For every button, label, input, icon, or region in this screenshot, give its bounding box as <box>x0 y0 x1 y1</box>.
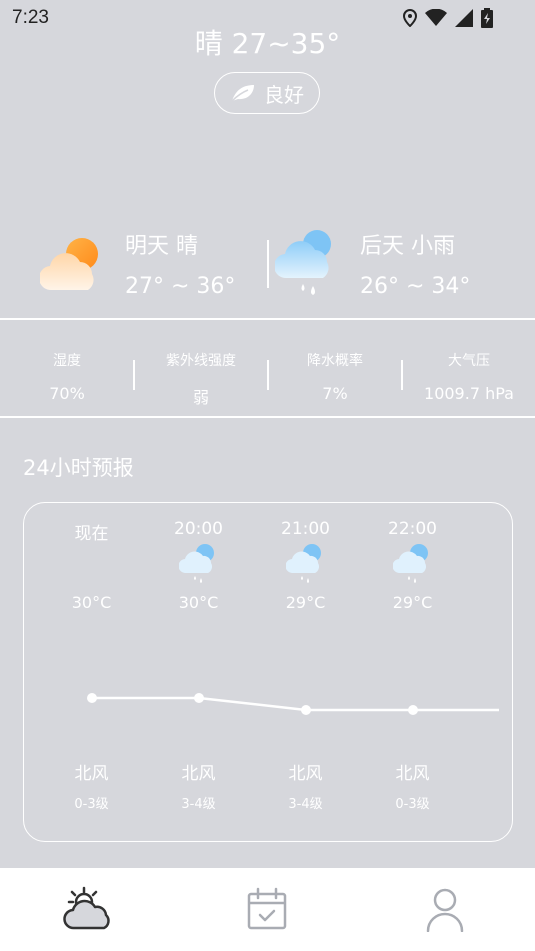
hour-wind: 北风 <box>74 764 109 784</box>
forecast-day-after[interactable]: 后天 小雨 26° ~ 34° <box>275 222 525 312</box>
temperature-line <box>87 693 499 715</box>
forecast-tomorrow[interactable]: 明天 晴 27° ~ 36° <box>40 222 260 312</box>
forecast-day-after-title: 后天 小雨 <box>360 234 455 259</box>
forecast-day-after-temp: 26° ~ 34° <box>360 274 471 299</box>
partly-sunny-icon <box>40 238 98 291</box>
metric-uv-label: 紫外线强度 <box>166 353 236 369</box>
forecast-divider <box>267 240 269 288</box>
temp-point <box>87 693 97 703</box>
calendar-check-icon <box>247 887 287 930</box>
today-summary: 晴 27~35° <box>194 27 341 60</box>
hour-wind: 北风 <box>288 764 323 784</box>
metric-humidity-label: 湿度 <box>53 353 81 369</box>
leaf-icon <box>231 85 254 102</box>
hour-wind-level: 0-3级 <box>395 797 430 812</box>
metric-pressure: 大气压 1009.7 hPa <box>402 340 535 403</box>
metric-humidity: 湿度 70% <box>0 340 134 403</box>
metric-pressure-value: 1009.7 hPa <box>424 384 514 403</box>
hour-wind-level: 3-4级 <box>288 797 323 812</box>
weather-metrics: 湿度 70% 紫外线强度 弱 降水概率 7% 大气压 1009.7 hPa <box>0 340 535 410</box>
temp-point <box>408 705 418 715</box>
tab-profile[interactable] <box>420 886 480 936</box>
metric-precip-value: 7% <box>322 384 348 403</box>
hour-temp: 30°C <box>71 593 112 612</box>
divider-bottom <box>0 416 535 418</box>
air-quality-label: 良好 <box>264 82 304 107</box>
light-rain-icon <box>275 230 331 295</box>
light-rain-icon <box>286 544 321 583</box>
metric-pressure-label: 大气压 <box>448 353 490 369</box>
hour-wind-level: 0-3级 <box>74 797 109 812</box>
tab-weather[interactable] <box>60 886 120 936</box>
metric-precip: 降水概率 7% <box>268 340 402 403</box>
hour-wind-level: 3-4级 <box>181 797 216 812</box>
hour-temp: 29°C <box>392 593 433 612</box>
bottom-tab-bar <box>0 868 535 951</box>
hour-wind: 北风 <box>181 764 216 784</box>
forecast-tomorrow-temp: 27° ~ 36° <box>125 274 236 299</box>
cloud-sun-icon <box>63 886 110 930</box>
metric-precip-label: 降水概率 <box>307 353 363 369</box>
metric-uv: 紫外线强度 弱 <box>134 340 268 408</box>
air-quality-badge[interactable]: 良好 <box>214 72 320 114</box>
hour-wind: 北风 <box>395 764 430 784</box>
tab-calendar[interactable] <box>242 886 302 936</box>
forecast-tomorrow-title: 明天 晴 <box>125 234 198 259</box>
metric-humidity-value: 70% <box>49 384 85 403</box>
hour-time: 20:00 <box>174 519 223 539</box>
hourly-forecast-card[interactable]: 现在 30°C 北风 0-3级 20:00 30°C 北风 3-4级 21:00… <box>23 502 513 842</box>
temp-point <box>194 693 204 703</box>
hour-time: 21:00 <box>281 519 330 539</box>
light-rain-icon <box>179 544 214 583</box>
user-icon <box>426 888 464 933</box>
hourly-title: 24小时预报 <box>23 456 134 480</box>
temp-point <box>301 705 311 715</box>
light-rain-icon <box>393 544 428 583</box>
metric-uv-value: 弱 <box>192 388 209 407</box>
hour-temp: 29°C <box>285 593 326 612</box>
hour-time: 现在 <box>74 524 109 544</box>
hour-temp: 30°C <box>178 593 219 612</box>
hour-time: 22:00 <box>388 519 437 539</box>
divider-top <box>0 318 535 320</box>
